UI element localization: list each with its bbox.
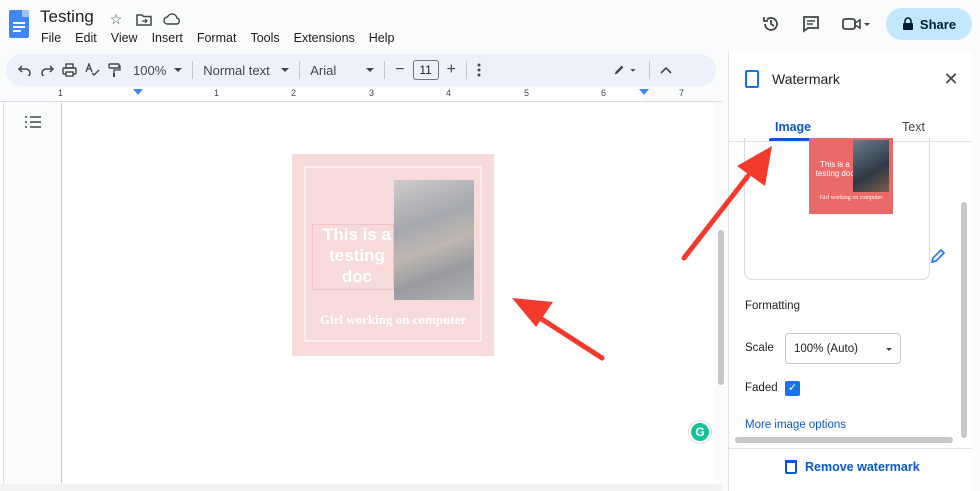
ruler-number: 2: [291, 88, 297, 98]
more-options-icon[interactable]: [473, 58, 485, 82]
watermark-icon: [745, 70, 759, 88]
google-docs-window: Testing ☆ File Edit View Insert Format T…: [0, 0, 980, 491]
star-icon[interactable]: ☆: [106, 10, 126, 28]
horizontal-scrollbar[interactable]: [0, 484, 722, 491]
toolbar-divider: [299, 61, 301, 79]
menu-tools[interactable]: Tools: [243, 30, 286, 46]
spellcheck-icon[interactable]: [81, 58, 104, 82]
image-preview-box: This is a testing doc Girl working on co…: [744, 138, 930, 280]
remove-watermark-label: Remove watermark: [805, 460, 920, 474]
faded-label: Faded: [745, 382, 778, 394]
scale-label: Scale: [745, 342, 774, 354]
increase-font-size-button[interactable]: +: [443, 58, 460, 82]
watermark-panel: Watermark ✕ Image Text This is a testing…: [728, 52, 973, 491]
tab-image[interactable]: Image: [775, 120, 811, 134]
ruler-number: 1: [58, 88, 64, 98]
title-icons: ☆: [106, 10, 182, 28]
preview-photo: [853, 140, 889, 192]
ruler-number: 7: [679, 88, 685, 98]
formatting-heading: Formatting: [745, 300, 800, 312]
redo-icon[interactable]: [36, 58, 58, 82]
undo-icon[interactable]: [14, 58, 36, 82]
horizontal-ruler[interactable]: 1 1 2 3 4 5 6 7: [0, 88, 722, 102]
print-icon[interactable]: [58, 58, 81, 82]
top-right-actions: Share: [756, 8, 972, 40]
scale-select[interactable]: 100% (Auto): [785, 333, 901, 364]
ruler-text-area: [62, 88, 642, 101]
decrease-font-size-button[interactable]: −: [391, 58, 408, 82]
title-bar: Testing ☆ File Edit View Insert Format T…: [0, 0, 980, 52]
watermark-image: This is a testing doc Girl working on co…: [292, 154, 494, 356]
toolbar-divider: [465, 61, 467, 79]
menu-file[interactable]: File: [34, 30, 68, 46]
panel-header: Watermark ✕: [729, 52, 973, 104]
toolbar-divider: [192, 61, 194, 79]
ruler-number: 5: [524, 88, 530, 98]
share-button[interactable]: Share: [886, 8, 972, 40]
menu-insert[interactable]: Insert: [145, 30, 190, 46]
zoom-select[interactable]: 100%: [129, 58, 186, 82]
cloud-saved-icon[interactable]: [162, 10, 182, 28]
panel-vertical-scrollbar[interactable]: [961, 202, 967, 438]
style-select[interactable]: Normal text: [199, 58, 293, 82]
document-page[interactable]: This is a testing doc Girl working on co…: [61, 103, 715, 483]
menu-format[interactable]: Format: [190, 30, 244, 46]
watermark-caption: Girl working on computer: [319, 312, 467, 327]
preview-image: This is a testing doc Girl working on co…: [809, 138, 893, 214]
grammarly-icon[interactable]: G: [689, 421, 711, 443]
menu-bar: File Edit View Insert Format Tools Exten…: [34, 30, 402, 46]
menu-help[interactable]: Help: [362, 30, 402, 46]
preview-caption: Girl working on computer: [819, 195, 883, 201]
collapse-menus-icon[interactable]: [656, 58, 676, 82]
move-folder-icon[interactable]: [134, 10, 154, 28]
ruler-number: 1: [214, 88, 220, 98]
toolbar-divider: [648, 61, 650, 79]
watermark-photo: [394, 180, 474, 300]
menu-view[interactable]: View: [104, 30, 145, 46]
ruler-number: 6: [601, 88, 607, 98]
menu-edit[interactable]: Edit: [68, 30, 104, 46]
more-image-options-link[interactable]: More image options: [745, 419, 846, 431]
version-history-icon[interactable]: [756, 9, 786, 39]
docs-logo-icon[interactable]: [9, 10, 29, 38]
menu-extensions[interactable]: Extensions: [287, 30, 362, 46]
paint-format-icon[interactable]: [104, 58, 125, 82]
panel-footer: Remove watermark: [729, 448, 973, 491]
share-label: Share: [919, 16, 957, 32]
comments-icon[interactable]: [796, 9, 826, 39]
trash-icon: [785, 460, 797, 474]
vertical-ruler: [0, 103, 4, 483]
panel-horizontal-scrollbar[interactable]: [735, 437, 953, 443]
editing-mode-icon[interactable]: [609, 58, 643, 82]
remove-watermark-button[interactable]: Remove watermark: [785, 460, 920, 474]
toolbar: 100% Normal text Arial − 11 +: [6, 54, 716, 86]
ruler-number: 4: [446, 88, 452, 98]
meet-icon[interactable]: [836, 9, 876, 39]
document-outline-icon[interactable]: [24, 115, 42, 131]
font-size-input[interactable]: 11: [412, 60, 439, 80]
tab-text[interactable]: Text: [902, 120, 925, 134]
ruler-number: 3: [369, 88, 375, 98]
window-edge: [972, 52, 980, 491]
right-indent-marker[interactable]: [639, 89, 649, 95]
panel-title: Watermark: [772, 71, 840, 87]
watermark-label-text: This is a testing doc: [322, 225, 392, 286]
document-scrollbar[interactable]: [718, 230, 724, 385]
document-title[interactable]: Testing: [40, 7, 94, 27]
font-select[interactable]: Arial: [306, 58, 378, 82]
left-indent-marker[interactable]: [133, 89, 143, 95]
faded-checkbox[interactable]: ✓: [785, 381, 800, 396]
lock-icon: [902, 17, 913, 30]
edit-image-icon[interactable]: [930, 248, 946, 267]
toolbar-divider: [384, 61, 386, 79]
preview-label-text: This is a testing doc: [815, 160, 855, 178]
close-icon[interactable]: ✕: [942, 70, 960, 88]
